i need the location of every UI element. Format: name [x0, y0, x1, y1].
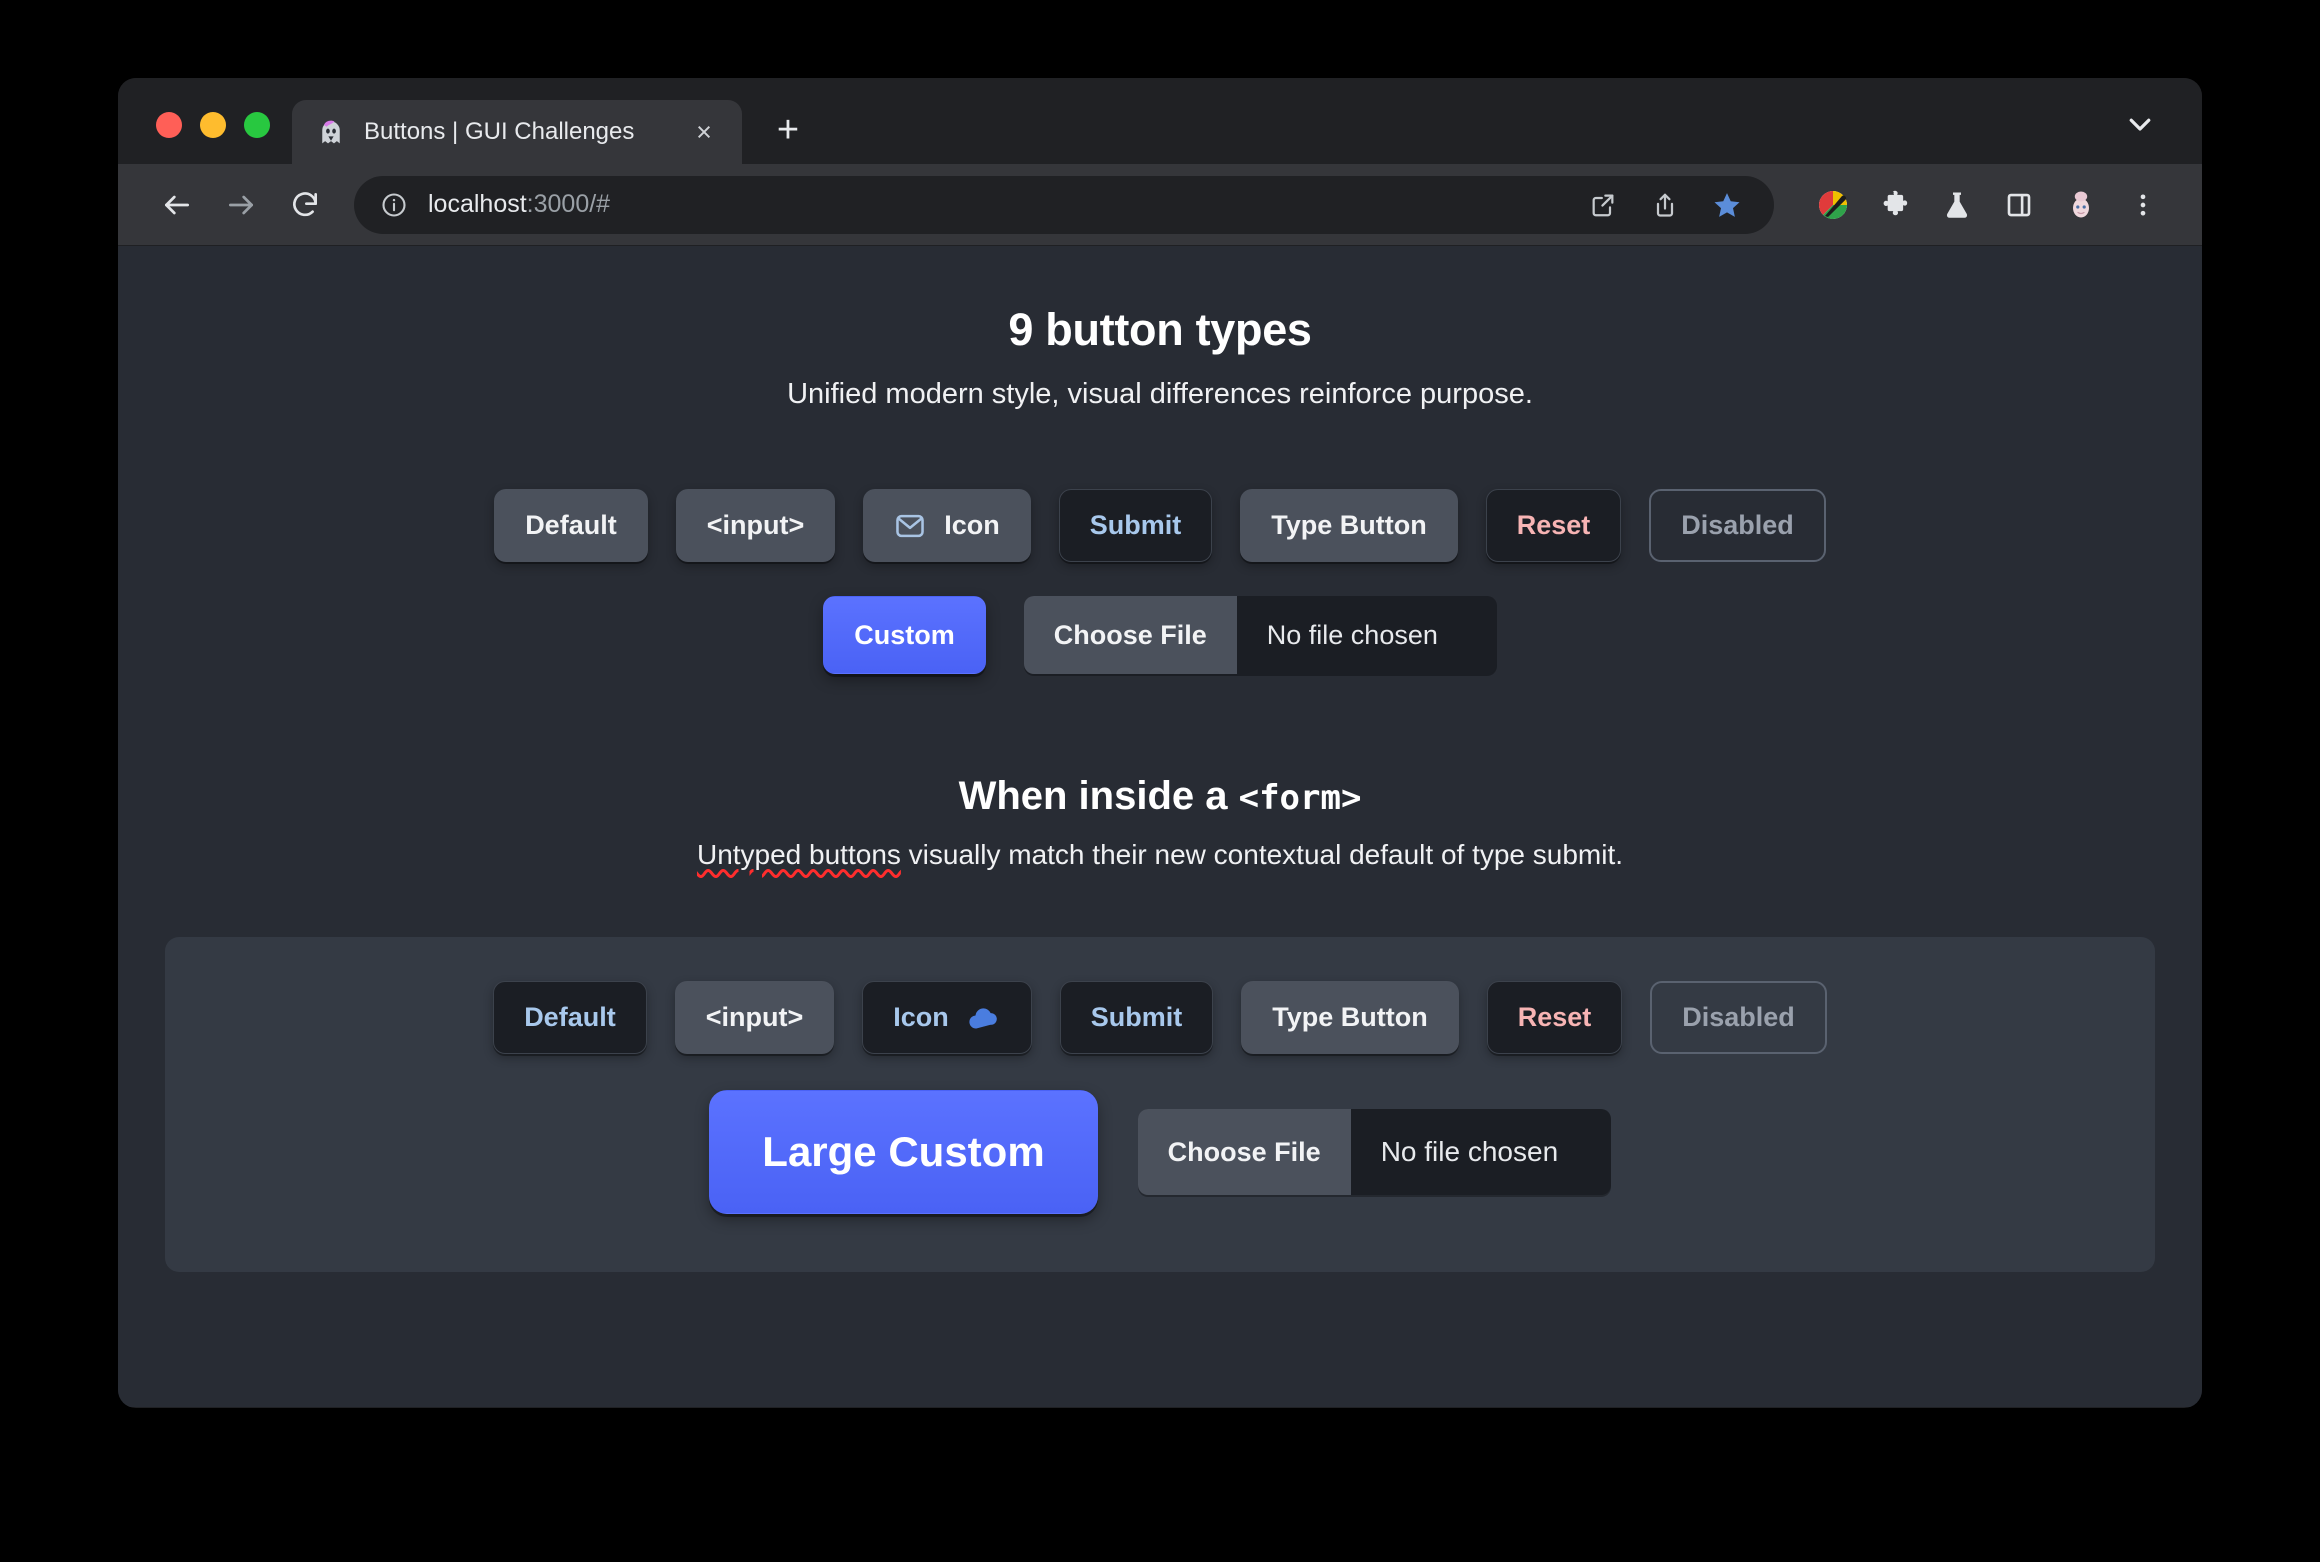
choose-file-button[interactable]: Choose File: [1023, 596, 1237, 674]
section-subtitle: Untyped buttons visually match their new…: [118, 839, 2202, 871]
tab-strip: Buttons | GUI Challenges × +: [118, 78, 2202, 164]
extensions-puzzle-icon[interactable]: [1866, 176, 1924, 234]
form-input-button-label: <input>: [705, 1002, 804, 1032]
file-input[interactable]: Choose File No file chosen: [1023, 596, 1497, 674]
cloud-icon: [967, 1001, 1001, 1035]
close-window-button[interactable]: [156, 112, 182, 138]
button-row-primary: Default <input> Icon Submit Type Button: [118, 489, 2202, 562]
omnibox-actions: [1574, 176, 1756, 234]
type-button-label: Type Button: [1271, 510, 1427, 540]
form-default-button[interactable]: Default: [493, 981, 647, 1054]
chevron-down-icon[interactable]: [2112, 96, 2168, 152]
form-large-custom-button-label: Large Custom: [762, 1128, 1045, 1175]
browser-toolbar: localhost:3000/#: [118, 164, 2202, 246]
default-button-label: Default: [525, 510, 617, 540]
close-icon[interactable]: ×: [686, 114, 722, 150]
form-type-button-label: Type Button: [1272, 1002, 1428, 1032]
page-title: 9 button types: [1008, 304, 1312, 355]
form-input-button[interactable]: <input>: [674, 981, 835, 1054]
form-file-status-label: No file chosen: [1380, 1136, 1559, 1167]
url-text: localhost:3000/#: [428, 190, 1556, 219]
new-tab-button[interactable]: +: [760, 102, 816, 158]
form-submit-button-label: Submit: [1090, 1002, 1183, 1032]
form-default-button-label: Default: [524, 1002, 616, 1032]
envelope-icon: [894, 510, 926, 542]
ghost-icon: [316, 117, 346, 147]
section-title-tag: <form>: [1238, 778, 1362, 818]
disabled-button: Disabled: [1649, 489, 1826, 562]
address-bar[interactable]: localhost:3000/#: [354, 175, 1774, 234]
submit-button-label: Submit: [1089, 510, 1182, 540]
star-filled-icon[interactable]: [1698, 176, 1756, 234]
back-arrow-icon[interactable]: [148, 176, 206, 234]
custom-button-label: Custom: [854, 619, 955, 650]
share-icon[interactable]: [1636, 176, 1694, 234]
color-palette-extension-icon[interactable]: [1804, 176, 1862, 234]
lab-flask-icon[interactable]: [1928, 176, 1986, 234]
input-button[interactable]: <input>: [675, 489, 836, 562]
tab-title: Buttons | GUI Challenges: [364, 118, 635, 145]
maximize-window-button[interactable]: [244, 112, 270, 138]
minimize-window-button[interactable]: [200, 112, 226, 138]
submit-button[interactable]: Submit: [1058, 489, 1213, 562]
section-title-prefix: When inside a: [958, 774, 1239, 818]
reload-icon[interactable]: [276, 176, 334, 234]
browser-tab[interactable]: Buttons | GUI Challenges ×: [292, 100, 742, 164]
form-reset-button[interactable]: Reset: [1486, 981, 1623, 1054]
page-subtitle: Unified modern style, visual differences…: [787, 378, 1533, 410]
window-controls: [118, 112, 292, 164]
extension-icons: [1804, 176, 2172, 234]
form-choose-file-button[interactable]: Choose File: [1137, 1109, 1351, 1195]
section-subtitle-rest: visually match their new contextual defa…: [900, 839, 1624, 870]
default-button[interactable]: Default: [494, 489, 648, 562]
forward-arrow-icon[interactable]: [212, 176, 270, 234]
file-status-label: No file chosen: [1266, 619, 1438, 650]
form-icon-button[interactable]: Icon: [862, 981, 1032, 1054]
button-row-custom: Custom Choose File No file chosen: [118, 596, 2202, 674]
disabled-button-label: Disabled: [1681, 510, 1794, 540]
icon-button-label: Icon: [944, 510, 1000, 540]
form-panel: Default <input> Icon Submit Type Button …: [165, 937, 2155, 1272]
open-in-new-icon[interactable]: [1574, 176, 1632, 234]
page-viewport: 9 button types Unified modern style, vis…: [118, 246, 2202, 1407]
form-type-button[interactable]: Type Button: [1241, 981, 1459, 1054]
three-dots-menu-icon[interactable]: [2114, 176, 2172, 234]
form-icon-button-label: Icon: [893, 1002, 949, 1032]
form-reset-button-label: Reset: [1517, 1002, 1592, 1032]
type-button[interactable]: Type Button: [1240, 489, 1458, 562]
url-path: :3000/#: [526, 190, 611, 218]
form-button-row-primary: Default <input> Icon Submit Type Button …: [165, 981, 2155, 1054]
input-button-label: <input>: [706, 510, 805, 540]
form-disabled-button-label: Disabled: [1682, 1002, 1795, 1032]
spellcheck-phrase: Untyped buttons: [696, 839, 901, 870]
profile-avatar-icon[interactable]: [2052, 176, 2110, 234]
section-title: When inside a <form>: [118, 774, 2202, 819]
url-host: localhost: [428, 190, 527, 218]
side-panel-icon[interactable]: [1990, 176, 2048, 234]
form-file-input[interactable]: Choose File No file chosen: [1137, 1109, 1611, 1195]
info-circle-icon[interactable]: [378, 189, 410, 221]
form-submit-button[interactable]: Submit: [1059, 981, 1214, 1054]
form-large-custom-button[interactable]: Large Custom: [709, 1090, 1098, 1214]
icon-button[interactable]: Icon: [863, 489, 1031, 562]
form-disabled-button: Disabled: [1650, 981, 1827, 1054]
custom-button[interactable]: Custom: [823, 596, 986, 674]
browser-window: Buttons | GUI Challenges × + localhost:3…: [118, 78, 2202, 1408]
form-button-row-custom: Large Custom Choose File No file chosen: [165, 1090, 2155, 1214]
reset-button-label: Reset: [1516, 510, 1591, 540]
reset-button[interactable]: Reset: [1485, 489, 1622, 562]
